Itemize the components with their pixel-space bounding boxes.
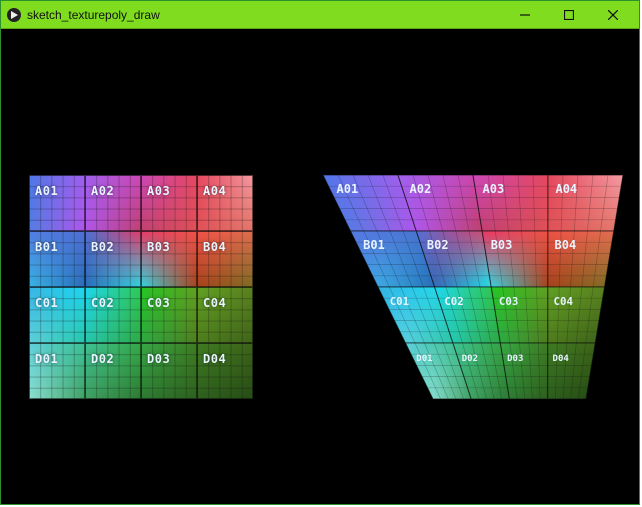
- cell-label: D01: [35, 352, 58, 366]
- cell-label: D01: [416, 354, 432, 364]
- grid-cell: D04: [197, 343, 253, 399]
- cell-label: C01: [390, 295, 409, 308]
- grid-cell: C04: [197, 287, 253, 343]
- minimize-icon: [520, 10, 530, 20]
- cell-label: A01: [337, 182, 359, 196]
- maximize-button[interactable]: [547, 1, 591, 29]
- cell-label: D02: [462, 354, 478, 364]
- cell-label: D02: [91, 352, 114, 366]
- app-icon: [7, 8, 21, 22]
- cell-label: C02: [444, 295, 463, 308]
- cell-label: A02: [91, 184, 114, 198]
- cell-label: A03: [483, 182, 505, 196]
- cell-label: C03: [147, 296, 170, 310]
- cell-label: B04: [203, 240, 226, 254]
- cell-label: D04: [203, 352, 226, 366]
- canvas: A01 A02 A03 A04 B01 B02 B03 B04 C01 C02 C03 C04 D01 D…: [1, 29, 639, 504]
- cell-label: B02: [427, 238, 449, 252]
- maximize-icon: [564, 10, 574, 20]
- grid-cell: D01: [29, 343, 85, 399]
- grid-cell: A03: [141, 175, 197, 231]
- texture-grid-flat: A01 A02 A03 A04 B01 B02 B03 B04 C01 C02 C03 C04 D01 D…: [29, 175, 253, 399]
- cell-label: C02: [91, 296, 114, 310]
- cell-label: C04: [554, 295, 573, 308]
- window-title: sketch_texturepoly_draw: [27, 8, 503, 22]
- grid-cell: C02: [85, 287, 141, 343]
- grid-cell: B04: [197, 231, 253, 287]
- cell-label: A04: [555, 182, 577, 196]
- cell-label: A03: [147, 184, 170, 198]
- grid-cell: A02: [85, 175, 141, 231]
- cell-label: A01: [35, 184, 58, 198]
- texture-grid-perspective: A01 A02 A03 A04 B01 B02 B03 B04 C01 C02 C03 C04 D01 D…: [323, 175, 623, 399]
- grid-cell: C01: [29, 287, 85, 343]
- cell-label: B03: [147, 240, 170, 254]
- cell-label: C03: [499, 295, 518, 308]
- cell-label: B02: [91, 240, 114, 254]
- cell-label: D04: [553, 354, 570, 364]
- cell-label: D03: [507, 354, 523, 364]
- grid-cell: B02: [85, 231, 141, 287]
- cell-label: B01: [363, 238, 385, 252]
- titlebar[interactable]: sketch_texturepoly_draw: [1, 1, 639, 29]
- cell-label: B03: [491, 238, 513, 252]
- grid-cell: D02: [85, 343, 141, 399]
- grid-cell: C03: [141, 287, 197, 343]
- grid-cell: A04: [197, 175, 253, 231]
- app-window: sketch_texturepoly_draw A01 A02 A03 A04 B01 B…: [0, 0, 640, 505]
- cell-label: D03: [147, 352, 170, 366]
- grid-cell: B01: [29, 231, 85, 287]
- cell-label: C04: [203, 296, 226, 310]
- cell-label: A02: [410, 182, 432, 196]
- grid-cell: B03: [141, 231, 197, 287]
- cell-label: B04: [555, 238, 577, 252]
- grid-cell: A01: [29, 175, 85, 231]
- cell-label: B01: [35, 240, 58, 254]
- close-button[interactable]: [591, 1, 635, 29]
- cell-label: C01: [35, 296, 58, 310]
- cell-label: A04: [203, 184, 226, 198]
- grid-cell: D03: [141, 343, 197, 399]
- close-icon: [608, 10, 618, 20]
- minimize-button[interactable]: [503, 1, 547, 29]
